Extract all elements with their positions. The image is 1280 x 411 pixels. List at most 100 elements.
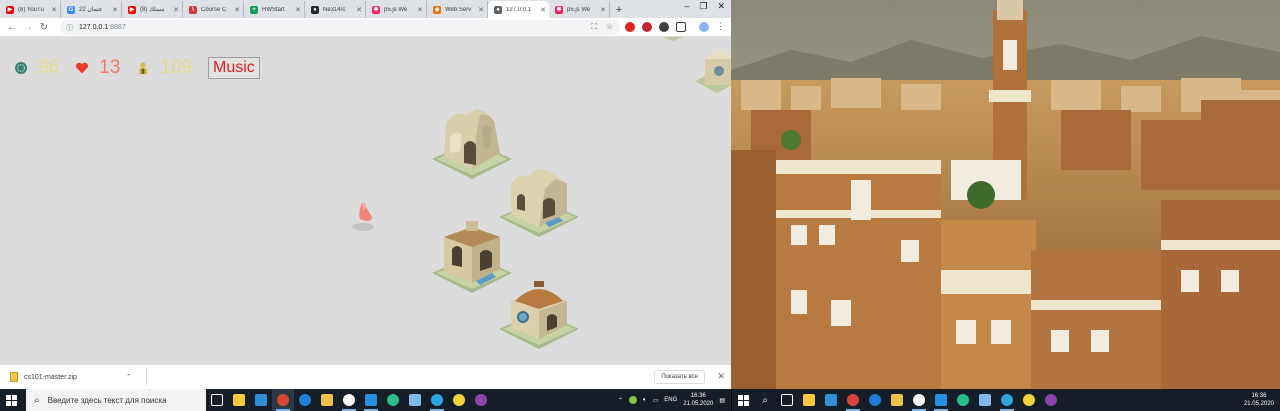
tab-title: (8) YouTu <box>18 6 44 13</box>
tab-close-icon[interactable]: ✕ <box>356 6 362 14</box>
download-item[interactable]: cs101-master.zip <box>10 372 120 382</box>
smiley-app-icon[interactable] <box>448 389 470 411</box>
show-all-button[interactable]: Показать все <box>654 370 705 384</box>
browser-tab[interactable]: ● 127.0.0.1 ✕ <box>488 1 549 18</box>
taskbar-search-box[interactable]: ⌕ Введите здесь текст для поиска <box>26 389 206 411</box>
smiley-app-icon-2[interactable] <box>1018 389 1040 411</box>
vscode-icon[interactable] <box>360 389 382 411</box>
edge-icon-2[interactable] <box>864 389 886 411</box>
green-app-icon-2[interactable] <box>952 389 974 411</box>
browser-tab[interactable]: + HWStart ✕ <box>244 1 305 18</box>
system-tray: ⌃ 🔈︎ ▭ ENG 16:36 21.05.2020 ▤ <box>618 392 731 408</box>
windows-start-icon-2[interactable] <box>732 389 754 411</box>
downloads-bar: cs101-master.zip ⌃ Показать все ✕ <box>0 364 731 389</box>
purple-app-icon-2[interactable] <box>1040 389 1062 411</box>
tab-title: Web Serv <box>445 6 472 13</box>
telegram-icon[interactable] <box>426 389 448 411</box>
chevron-up-icon[interactable]: ⌃ <box>126 373 132 381</box>
building-partial-top[interactable] <box>658 37 688 45</box>
browser-tab[interactable]: \ Course C ✕ <box>183 1 244 18</box>
chrome-taskbar-icon[interactable] <box>272 389 294 411</box>
task-view-icon-2[interactable] <box>776 389 798 411</box>
profile-avatar[interactable] <box>699 21 709 32</box>
clock-2[interactable]: 16:36 21.05.2020 <box>1244 392 1274 408</box>
edge-icon[interactable] <box>294 389 316 411</box>
mail-icon-2[interactable] <box>820 389 842 411</box>
address-bar[interactable]: ⓘ 127.0.0.1:8887 <box>60 20 620 35</box>
game-canvas[interactable]: 96 13 109 Music <box>0 37 731 364</box>
mail-icon[interactable] <box>250 389 272 411</box>
browser-tab[interactable]: ✱ p5.js We ✕ <box>549 1 610 18</box>
file-explorer-icon[interactable] <box>316 389 338 411</box>
green-app-icon[interactable] <box>382 389 404 411</box>
browser-tab[interactable]: ✱ p5.js We ✕ <box>366 1 427 18</box>
tab-close-icon[interactable]: ✕ <box>112 6 118 14</box>
domed-house-building[interactable] <box>497 277 581 351</box>
task-view-icon[interactable] <box>206 389 228 411</box>
tab-close-icon[interactable]: ✕ <box>173 6 179 14</box>
browser-tab[interactable]: ● Ne314/c ✕ <box>305 1 366 18</box>
tab-title: (8) مسلك <box>140 7 165 13</box>
tray-app-icon[interactable] <box>629 396 637 404</box>
browser-tab[interactable]: ◆ Web Serv ✕ <box>427 1 488 18</box>
tab-close-icon[interactable]: ✕ <box>234 6 240 14</box>
windows-start-icon[interactable] <box>0 389 22 411</box>
telegram-icon-2[interactable] <box>996 389 1018 411</box>
opera-extension-icon[interactable] <box>625 21 635 32</box>
reload-icon[interactable]: ↻ <box>36 22 52 33</box>
purple-app-icon[interactable] <box>470 389 492 411</box>
clock[interactable]: 16:36 21.05.2020 <box>683 392 713 408</box>
tab-close-icon[interactable]: ✕ <box>540 6 546 14</box>
translate-icon[interactable]: ⛶ <box>591 22 597 32</box>
volume-icon[interactable]: 🔈︎ <box>643 397 647 404</box>
back-icon[interactable]: ← <box>4 22 20 33</box>
chrome-taskbar-icon-2[interactable] <box>842 389 864 411</box>
building-partial-top-right[interactable] <box>695 45 731 99</box>
extension-icon[interactable] <box>659 21 669 32</box>
yandex-browser-icon[interactable] <box>338 389 360 411</box>
browser-tab[interactable]: G عثمان 22 ✕ <box>61 1 122 18</box>
music-button[interactable]: Music <box>207 57 260 79</box>
browser-tab[interactable]: ▶ (8) YouTu ✕ <box>0 1 61 18</box>
browser-toolbar: ← → ↻ ⓘ 127.0.0.1:8887 ⛶ ☆ ⋮ <box>0 18 731 37</box>
tab-favicon-icon: \ <box>189 5 197 14</box>
tab-close-icon[interactable]: ✕ <box>295 6 301 14</box>
forward-icon[interactable]: → <box>20 22 36 33</box>
network-icon[interactable]: ▭ <box>653 397 659 404</box>
search-icon-2[interactable]: ⌕ <box>754 389 776 411</box>
bookmark-star-icon[interactable]: ☆ <box>606 22 613 32</box>
store-icon[interactable] <box>228 389 250 411</box>
info-icon[interactable]: ⓘ <box>66 23 73 33</box>
shield-extension-icon[interactable] <box>676 21 686 32</box>
tab-close-icon[interactable]: ✕ <box>600 6 606 14</box>
close-downloads-icon[interactable]: ✕ <box>717 371 725 382</box>
tab-close-icon[interactable]: ✕ <box>478 6 484 14</box>
store-icon-2[interactable] <box>798 389 820 411</box>
yandex-browser-icon-2[interactable] <box>908 389 930 411</box>
search-placeholder: Введите здесь текст для поиска <box>47 395 167 405</box>
new-tab-button[interactable]: + <box>610 1 628 18</box>
adblock-extension-icon[interactable] <box>642 21 652 32</box>
notifications-icon[interactable]: ▤ <box>719 397 725 404</box>
tab-close-icon[interactable]: ✕ <box>51 6 57 14</box>
vscode-icon-2[interactable] <box>930 389 952 411</box>
player-character[interactable] <box>350 199 378 233</box>
population-value: 109 <box>160 57 192 78</box>
restore-icon[interactable]: ❐ <box>699 1 707 12</box>
tab-favicon-icon: ✱ <box>372 5 380 14</box>
taskbar-left: ⌕ Введите здесь текст для поиска ⌃ 🔈︎ ▭ … <box>0 389 731 411</box>
tab-close-icon[interactable]: ✕ <box>417 6 423 14</box>
monitor-app-icon[interactable] <box>404 389 426 411</box>
close-icon[interactable]: ✕ <box>717 1 725 12</box>
clock-date-2: 21.05.2020 <box>1243 401 1274 407</box>
menu-kebab-icon[interactable]: ⋮ <box>716 21 725 32</box>
browser-tab[interactable]: ▶ (8) مسلك ✕ <box>122 1 183 18</box>
minimize-icon[interactable]: – <box>684 1 689 12</box>
desktop-wallpaper <box>731 0 1280 389</box>
language-indicator[interactable]: ENG <box>664 397 677 403</box>
city-scene-image <box>731 0 1280 389</box>
extensions-bar: ⋮ <box>625 21 725 32</box>
tray-chevron-up-icon[interactable]: ⌃ <box>618 397 623 404</box>
monitor-app-icon-2[interactable] <box>974 389 996 411</box>
file-explorer-icon-2[interactable] <box>886 389 908 411</box>
